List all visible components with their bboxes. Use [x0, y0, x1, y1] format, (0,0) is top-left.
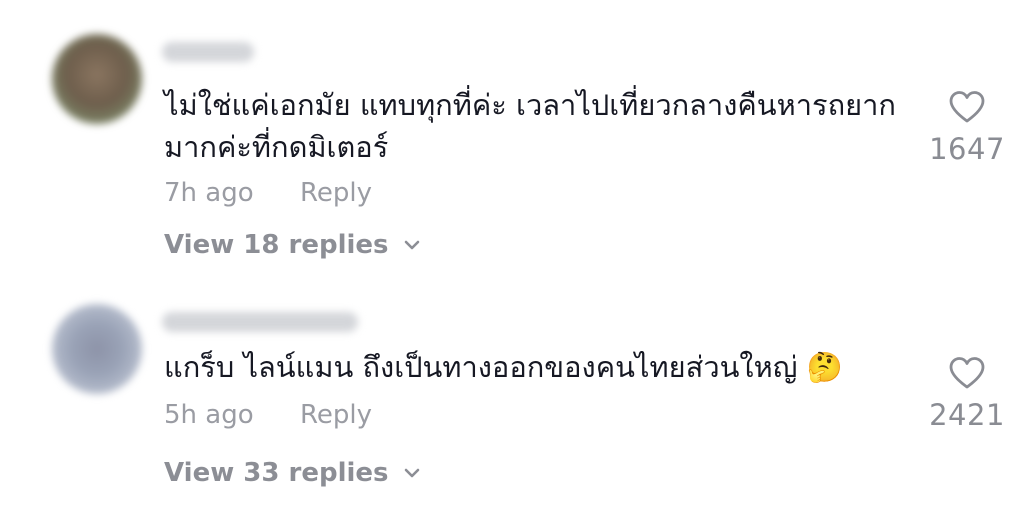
chevron-down-icon — [404, 468, 419, 478]
comment-timestamp: 5h ago — [164, 400, 254, 430]
comment-meta: 7h ago Reply — [164, 178, 372, 208]
view-replies-button[interactable]: View 33 replies — [164, 458, 421, 488]
comment-text: แกร็บ ไลน์แมน ถึงเป็นทางออกของคนไทยส่วนใ… — [164, 350, 843, 384]
like-widget: 2421 — [922, 356, 1012, 432]
like-count: 2421 — [929, 398, 1005, 432]
comment-item: ไม่ใช่แค่เอกมัย แทบทุกที่ค่ะ เวลาไปเที่ย… — [0, 0, 1012, 280]
like-count: 1647 — [929, 132, 1005, 166]
avatar[interactable] — [52, 34, 142, 124]
reply-button[interactable]: Reply — [300, 400, 372, 430]
reply-button[interactable]: Reply — [300, 178, 372, 208]
view-replies-button[interactable]: View 18 replies — [164, 230, 421, 260]
username-blurred[interactable] — [162, 312, 358, 332]
chevron-down-icon — [404, 240, 419, 250]
view-replies-label: View 18 replies — [164, 230, 389, 260]
comment-timestamp: 7h ago — [164, 178, 254, 208]
comment-item: แกร็บ ไลน์แมน ถึงเป็นทางออกของคนไทยส่วนใ… — [0, 280, 1012, 522]
avatar[interactable] — [52, 304, 142, 394]
heart-outline-icon[interactable] — [948, 90, 986, 124]
username-blurred[interactable] — [162, 42, 254, 62]
view-replies-label: View 33 replies — [164, 458, 389, 488]
comment-meta: 5h ago Reply — [164, 400, 372, 430]
comment-text: ไม่ใช่แค่เอกมัย แทบทุกที่ค่ะ เวลาไปเที่ย… — [164, 88, 896, 164]
heart-outline-icon[interactable] — [948, 356, 986, 390]
like-widget: 1647 — [922, 90, 1012, 166]
